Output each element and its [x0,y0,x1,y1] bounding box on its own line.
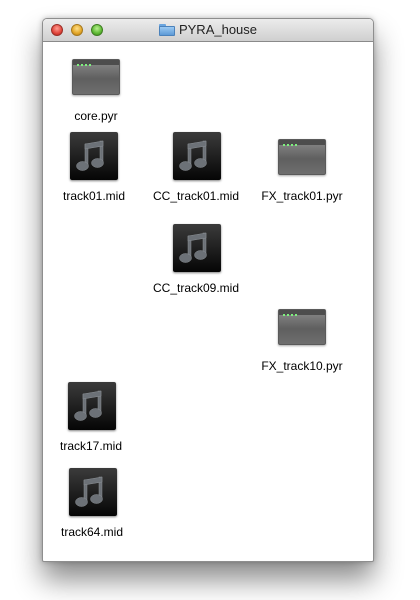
midi-file-icon [173,224,221,272]
window-title: PYRA_house [178,22,258,37]
title-group: PYRA_house [43,22,373,38]
file-item-core-pyr[interactable]: core.pyr [43,56,151,126]
midi-file-icon [69,468,117,516]
midi-file-icon [68,382,116,430]
pyr-file-icon [278,309,326,345]
midi-file-icon [173,132,221,180]
file-item-cc-track09-mid[interactable]: CC_track09.mid [141,224,251,299]
file-label: track17.mid [59,439,123,453]
folder-icon [158,24,175,36]
file-label: core.pyr [74,109,118,123]
file-item-fx-track10-pyr[interactable]: FX_track10.pyr [247,302,357,377]
desktop: PYRA_house core.pyr track01.mid CC_track… [0,0,420,600]
file-item-track17-mid[interactable]: track17.mid [43,382,146,457]
pyr-file-icon [72,59,120,95]
title-bar[interactable]: PYRA_house [43,19,373,42]
file-label: CC_track09.mid [152,281,240,295]
file-label: track64.mid [60,525,124,539]
pyr-file-icon [278,139,326,175]
file-label: FX_track10.pyr [261,359,343,373]
finder-window: PYRA_house core.pyr track01.mid CC_track… [42,18,374,562]
file-item-fx-track01-pyr[interactable]: FX_track01.pyr [247,132,357,207]
midi-file-icon [70,132,118,180]
file-label: FX_track01.pyr [261,189,343,203]
file-item-cc-track01-mid[interactable]: CC_track01.mid [141,132,251,207]
file-item-track64-mid[interactable]: track64.mid [43,468,147,543]
